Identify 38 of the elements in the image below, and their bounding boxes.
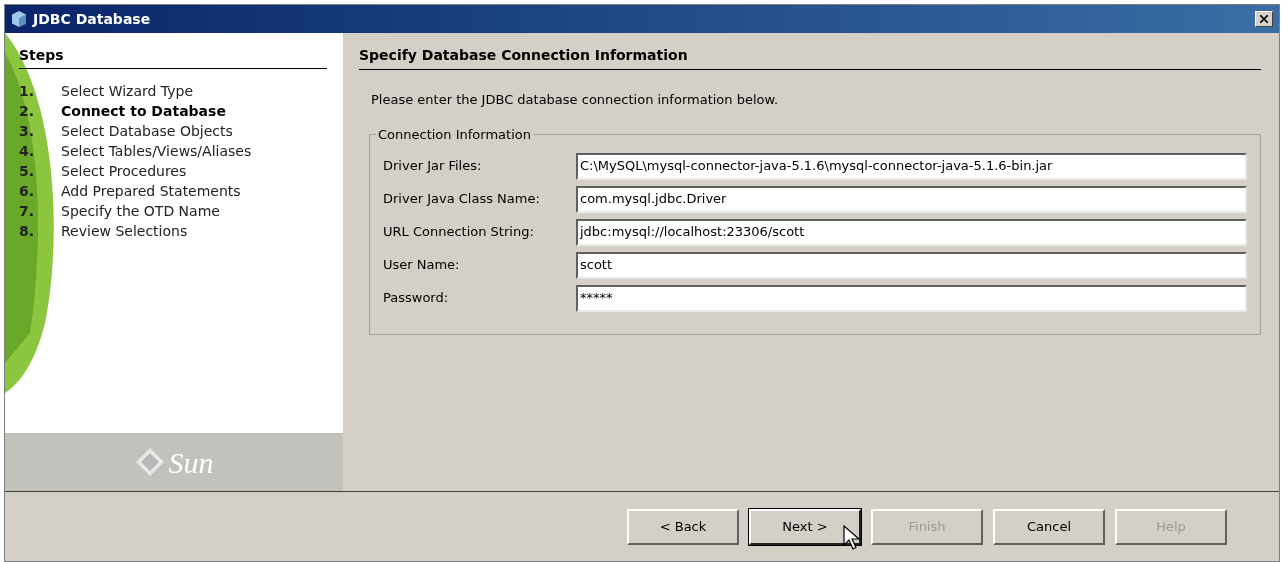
step-label: Specify the OTD Name xyxy=(61,201,220,221)
step-number: 2. xyxy=(19,101,36,121)
text-field[interactable]: C:\MySQL\mysql-connector-java-5.1.6\mysql-connector-java-5.1.6-bin.jar xyxy=(576,152,1247,180)
field-label: Driver Java Class Name: xyxy=(383,190,541,209)
step-number: 5. xyxy=(19,161,36,181)
logo-text: Sun xyxy=(168,444,214,481)
wizard-button[interactable]: < Back xyxy=(627,508,739,545)
field-label: User Name: xyxy=(383,256,461,275)
step-label: Connect to Database xyxy=(61,101,226,121)
step-label: Select Database Objects xyxy=(61,121,233,141)
step-number: 1. xyxy=(19,81,36,101)
step-number: 4. xyxy=(19,141,36,161)
cursor-icon xyxy=(843,524,861,551)
step-label: Select Tables/Views/Aliases xyxy=(61,141,252,161)
text-field[interactable]: ***** xyxy=(576,284,1247,312)
field-label: Password: xyxy=(383,289,450,308)
step-label: Select Wizard Type xyxy=(61,81,193,101)
step-number: 3. xyxy=(19,121,36,141)
text-field[interactable]: com.mysql.jdbc.Driver xyxy=(576,185,1247,213)
step-label: Select Procedures xyxy=(61,161,187,181)
step-label: Add Prepared Statements xyxy=(61,181,241,201)
wizard-button[interactable]: Cancel xyxy=(993,508,1105,545)
text-field[interactable]: jdbc:mysql://localhost:23306/scott xyxy=(576,218,1247,246)
step-number: 7. xyxy=(19,201,36,221)
page-title: Specify Database Connection Information xyxy=(359,45,1261,70)
field-label: Driver Jar Files: xyxy=(383,157,483,176)
step-number: 6. xyxy=(19,181,36,201)
close-icon xyxy=(1260,15,1268,23)
field-label: URL Connection String: xyxy=(383,223,535,242)
text-field[interactable]: scott xyxy=(576,251,1247,279)
steps-title: Steps xyxy=(19,45,327,69)
step-label: Review Selections xyxy=(61,221,188,241)
cube-icon xyxy=(11,10,27,28)
step-number: 8. xyxy=(19,221,36,241)
intro-text: Please enter the JDBC database connection information below. xyxy=(371,91,780,109)
diamond-logo-icon xyxy=(134,447,165,477)
window-title: JDBC Database xyxy=(33,9,151,29)
close-button[interactable] xyxy=(1255,11,1273,27)
